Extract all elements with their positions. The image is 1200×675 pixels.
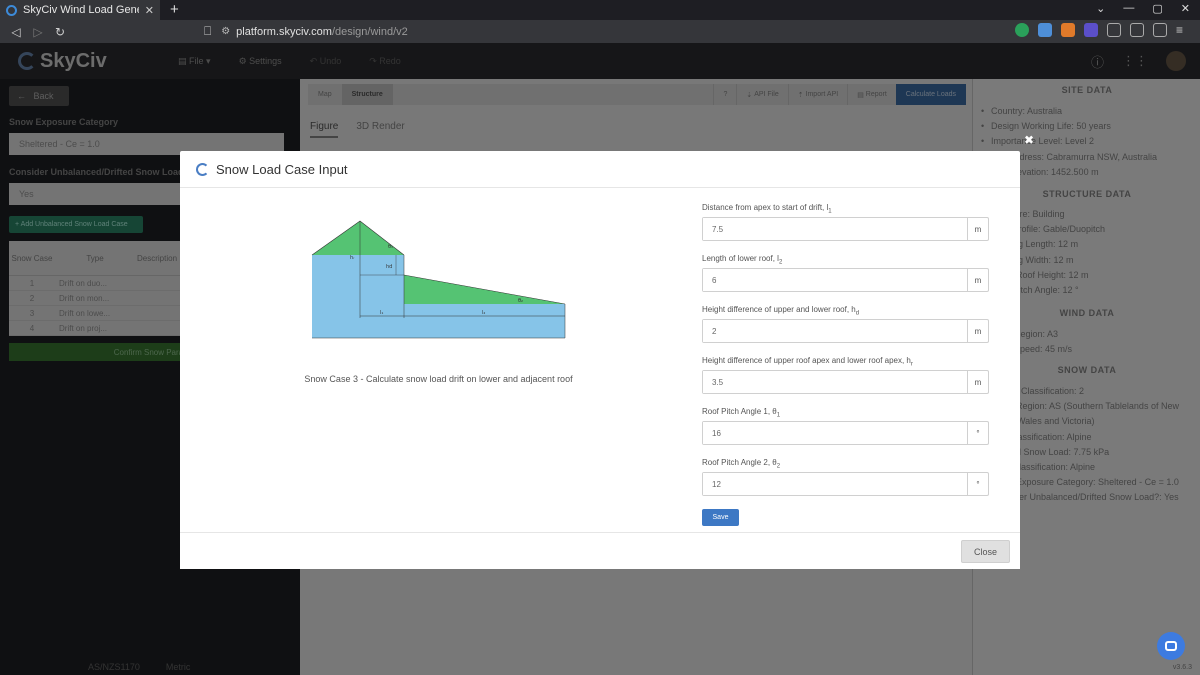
url-field[interactable]: ⚙ platform.skyciv.com/design/wind/v2: [221, 23, 861, 41]
field-label: Height difference of upper roof apex and…: [702, 356, 913, 368]
drift-start-distance-field: m: [702, 217, 989, 241]
field-label: Height difference of upper and lower roo…: [702, 305, 860, 317]
chat-icon: [1165, 641, 1177, 651]
new-tab-button[interactable]: +: [170, 0, 179, 20]
theta2-label: θ₂: [518, 298, 523, 304]
site-info-icon[interactable]: ⚙: [221, 26, 230, 37]
roof-pitch-1-input[interactable]: [703, 422, 967, 444]
field-label: Roof Pitch Angle 1, θ1: [702, 407, 781, 419]
apex-height-diff-input[interactable]: [703, 371, 967, 393]
unit-label: °: [967, 422, 988, 444]
chevron-down-icon[interactable]: ⌄: [1096, 2, 1105, 15]
figure-caption: Snow Case 3 - Calculate snow load drift …: [304, 374, 573, 384]
snow-case-figure: θ₁ hᵣ hd l₁ l₂ θ₂: [311, 220, 566, 339]
lower-roof-length-field: m: [702, 268, 989, 292]
roof-pitch-2-field: °: [702, 472, 989, 496]
reload-icon[interactable]: ↻: [52, 25, 68, 39]
field-label: Length of lower roof, l2: [702, 254, 783, 266]
browser-tabbar: SkyCiv Wind Load Generat ✕ + ⌄ — ▢ ✕: [0, 0, 1200, 20]
skyciv-logo-icon: [196, 162, 209, 176]
unit-label: m: [967, 269, 988, 291]
browser-tab[interactable]: SkyCiv Wind Load Generat ✕: [0, 0, 160, 20]
field-label: Distance from apex to start of drift, l1: [702, 203, 832, 215]
extension-icon[interactable]: [1038, 23, 1052, 37]
modal-title: Snow Load Case Input: [216, 161, 348, 177]
sidebar-icon[interactable]: [1130, 23, 1144, 37]
apex-height-diff-field: m: [702, 370, 989, 394]
unit-label: m: [967, 371, 988, 393]
menu-icon[interactable]: ≡: [1176, 23, 1190, 37]
puzzle-icon[interactable]: [1107, 23, 1121, 37]
overlay-close-icon[interactable]: ✖: [1024, 133, 1034, 147]
unit-label: m: [967, 320, 988, 342]
address-bar: ◁ ▷ ↻ ⎕ ⚙ platform.skyciv.com/design/win…: [0, 20, 1200, 43]
roof-height-diff-input[interactable]: [703, 320, 967, 342]
drift-start-distance-input[interactable]: [703, 218, 967, 240]
bookmark-icon[interactable]: ⎕: [204, 24, 211, 39]
close-window-icon[interactable]: ✕: [1181, 2, 1190, 15]
maximize-icon[interactable]: ▢: [1152, 2, 1162, 15]
back-nav-icon[interactable]: ◁: [8, 25, 24, 39]
extension-icon[interactable]: [1084, 23, 1098, 37]
minimize-icon[interactable]: —: [1123, 2, 1134, 15]
chat-support-button[interactable]: [1157, 632, 1185, 660]
extension-icon[interactable]: [1015, 23, 1029, 37]
l1-label: l₁: [380, 310, 383, 316]
extensions-bar: ≡: [1015, 23, 1190, 37]
window-controls: ⌄ — ▢ ✕: [1096, 2, 1190, 15]
snow-case-form: Distance from apex to start of drift, l1…: [702, 203, 989, 526]
lower-roof-length-input[interactable]: [703, 269, 967, 291]
url-domain: platform.skyciv.com: [236, 25, 332, 38]
tab-close-icon[interactable]: ✕: [145, 4, 154, 17]
extension-icon[interactable]: [1061, 23, 1075, 37]
url-path: /design/wind/v2: [331, 25, 408, 38]
close-button[interactable]: Close: [961, 540, 1010, 563]
hd-label: hd: [386, 264, 392, 270]
roof-pitch-1-field: °: [702, 421, 989, 445]
snow-load-case-modal: Snow Load Case Input θ₁ hᵣ hd l₁ l₂ θ₂ S…: [180, 151, 1020, 569]
roof-pitch-2-input[interactable]: [703, 473, 967, 495]
wallet-icon[interactable]: [1153, 23, 1167, 37]
modal-footer: Close: [180, 532, 1020, 569]
unit-label: °: [967, 473, 988, 495]
modal-body: θ₁ hᵣ hd l₁ l₂ θ₂ Snow Case 3 - Calculat…: [180, 188, 1020, 532]
tab-title: SkyCiv Wind Load Generat: [23, 4, 139, 16]
hr-label: hᵣ: [350, 255, 355, 261]
forward-nav-icon[interactable]: ▷: [30, 25, 46, 39]
unit-label: m: [967, 218, 988, 240]
modal-header: Snow Load Case Input: [180, 151, 1020, 188]
skyciv-favicon-icon: [6, 4, 17, 16]
field-label: Roof Pitch Angle 2, θ2: [702, 458, 781, 470]
save-button[interactable]: Save: [702, 509, 739, 526]
roof-height-diff-field: m: [702, 319, 989, 343]
l2-label: l₂: [482, 310, 485, 316]
theta1-label: θ₁: [388, 244, 393, 250]
